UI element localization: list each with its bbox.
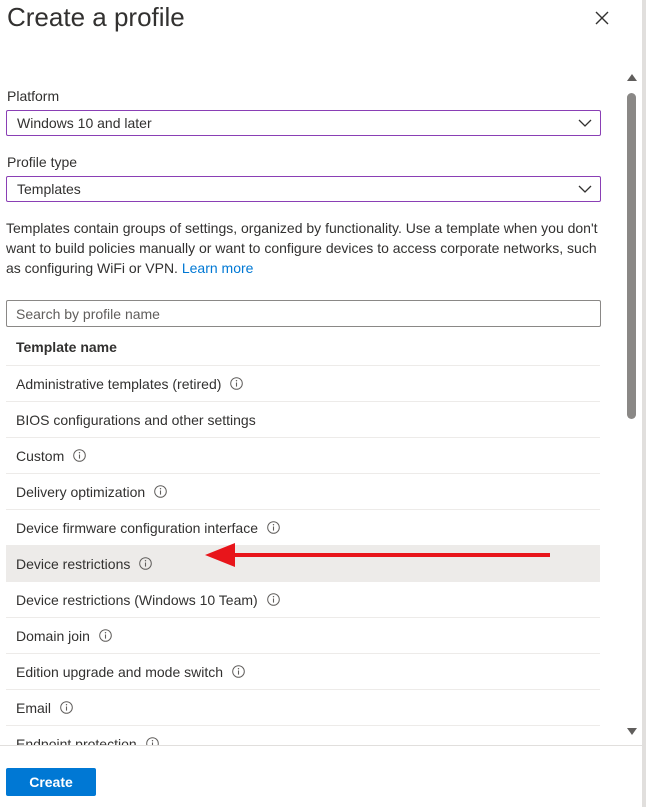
template-row[interactable]: Domain join bbox=[6, 618, 600, 654]
template-row[interactable]: Delivery optimization bbox=[6, 474, 600, 510]
footer: Create bbox=[0, 745, 642, 808]
info-icon[interactable] bbox=[267, 521, 280, 534]
close-button[interactable] bbox=[588, 4, 616, 32]
template-row[interactable]: Email bbox=[6, 690, 600, 726]
platform-dropdown[interactable]: Windows 10 and later bbox=[6, 110, 601, 136]
template-row[interactable]: Custom bbox=[6, 438, 600, 474]
info-icon[interactable] bbox=[230, 377, 244, 390]
profile-type-value: Templates bbox=[17, 181, 81, 197]
info-icon[interactable] bbox=[145, 737, 159, 745]
template-row[interactable]: Device restrictions (Windows 10 Team) bbox=[6, 582, 600, 618]
template-row-label: Administrative templates (retired) bbox=[16, 375, 222, 392]
template-row-label: Edition upgrade and mode switch bbox=[16, 663, 224, 680]
template-row[interactable]: BIOS configurations and other settings bbox=[6, 402, 600, 438]
info-icon[interactable] bbox=[139, 557, 153, 570]
info-icon[interactable] bbox=[60, 701, 73, 714]
template-row-label: BIOS configurations and other settings bbox=[16, 411, 256, 428]
info-icon[interactable] bbox=[232, 665, 245, 678]
create-button[interactable]: Create bbox=[6, 768, 96, 796]
scroll-up-icon[interactable] bbox=[627, 74, 637, 81]
column-header-template-name[interactable]: Template name bbox=[6, 329, 600, 366]
info-icon[interactable] bbox=[266, 593, 280, 606]
description-text: Templates contain groups of settings, or… bbox=[6, 220, 598, 276]
learn-more-link[interactable]: Learn more bbox=[182, 260, 254, 276]
template-row-label: Email bbox=[16, 699, 52, 716]
template-row-label: Device restrictions (Windows 10 Team) bbox=[16, 591, 258, 608]
template-description: Templates contain groups of settings, or… bbox=[6, 218, 606, 278]
annotation-arrow bbox=[205, 543, 550, 567]
panel-edge bbox=[642, 0, 646, 807]
chevron-down-icon bbox=[570, 185, 600, 193]
search-input[interactable] bbox=[6, 300, 601, 327]
template-row-label: Endpoint protection bbox=[16, 735, 137, 746]
info-icon[interactable] bbox=[154, 485, 167, 498]
template-row[interactable]: Edition upgrade and mode switch bbox=[6, 654, 600, 690]
template-row[interactable]: Endpoint protection bbox=[6, 726, 600, 745]
chevron-down-icon bbox=[570, 119, 600, 127]
platform-label: Platform bbox=[7, 88, 60, 104]
scrollbar[interactable] bbox=[622, 66, 642, 744]
template-row-label: Device firmware configuration interface bbox=[16, 519, 258, 536]
template-row-label: Device restrictions bbox=[16, 555, 131, 572]
template-row-label: Domain join bbox=[16, 627, 90, 644]
info-icon[interactable] bbox=[99, 629, 112, 642]
scroll-thumb[interactable] bbox=[627, 93, 636, 419]
profile-type-label: Profile type bbox=[7, 154, 78, 170]
page-title: Create a profile bbox=[7, 2, 185, 32]
template-row[interactable]: Administrative templates (retired) bbox=[6, 366, 600, 402]
scroll-down-icon[interactable] bbox=[627, 728, 637, 735]
template-list: Template name Administrative templates (… bbox=[6, 329, 600, 745]
profile-type-dropdown[interactable]: Templates bbox=[6, 176, 601, 202]
info-icon[interactable] bbox=[73, 449, 87, 462]
template-row-label: Custom bbox=[16, 447, 65, 464]
template-row-label: Delivery optimization bbox=[16, 483, 146, 500]
platform-value: Windows 10 and later bbox=[17, 115, 152, 131]
close-icon bbox=[595, 11, 609, 25]
